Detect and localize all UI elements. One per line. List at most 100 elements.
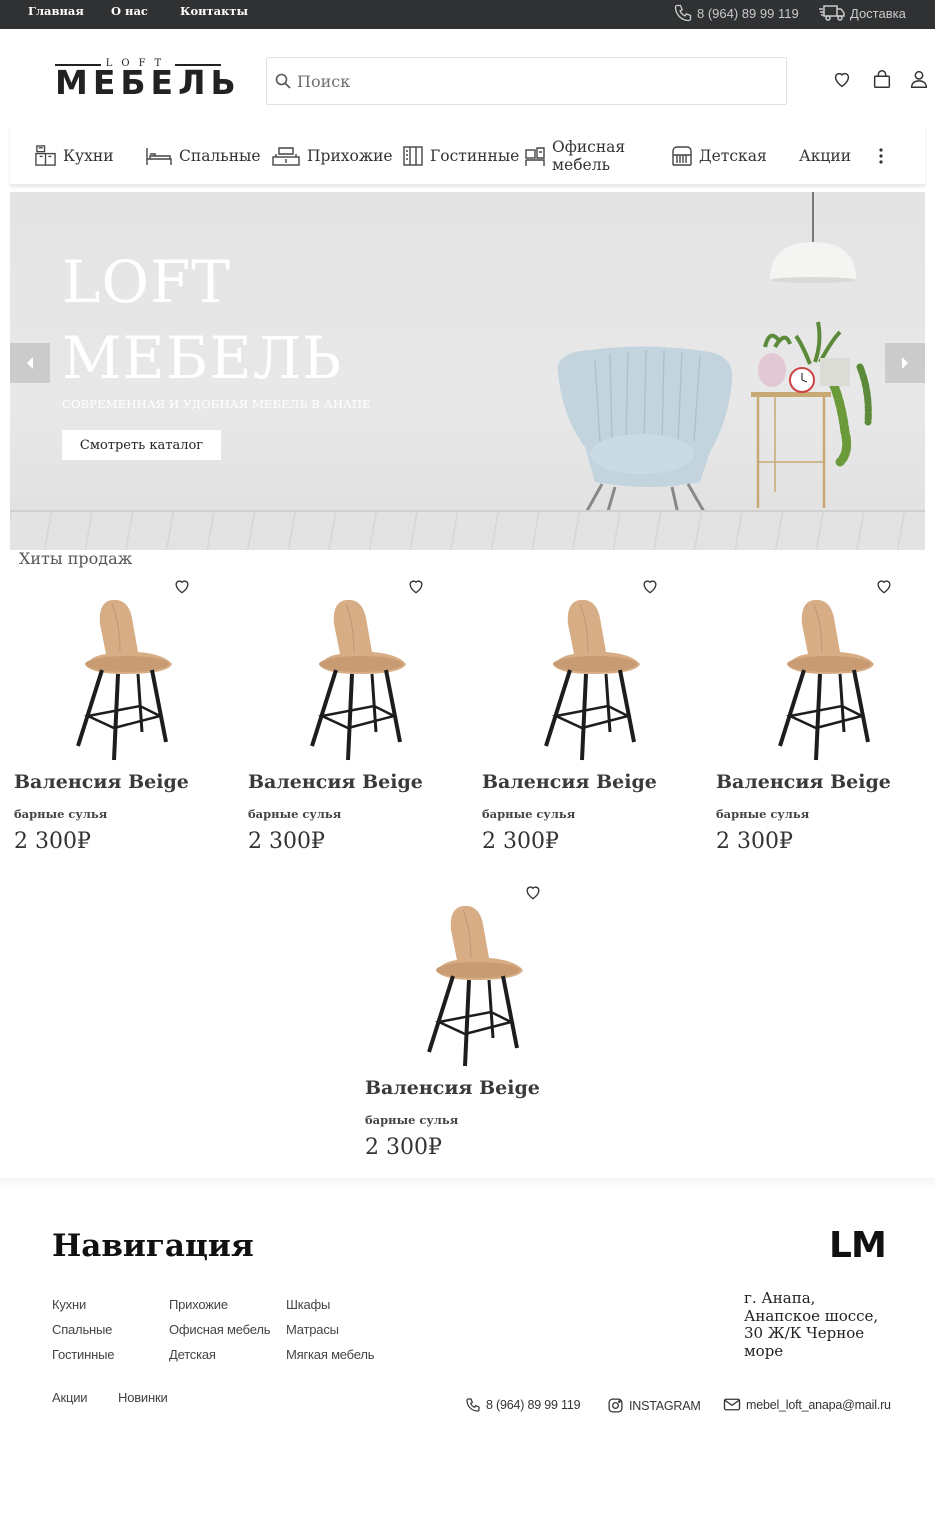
topbar-phone[interactable]: 8 (964) 89 99 119 [673,3,799,23]
logo-main-text: МЕБЕЛЬ [55,63,241,102]
product-image-wrap[interactable] [365,900,585,1070]
hero-title: LOFT МЕБЕЛЬ [62,244,342,396]
product-card[interactable]: Валенсия Beige барные сулья 2 300₽ [14,576,234,866]
bed-icon [146,147,172,165]
footer-email[interactable]: mebel_loft_anapa@mail.ru [723,1397,891,1412]
footer-phone-text: 8 (964) 89 99 119 [486,1398,581,1412]
product-image [76,599,172,761]
category-kitchens[interactable]: Кухни [34,126,114,185]
category-label: Детская [699,146,767,165]
mail-icon [723,1398,741,1411]
hero-prev-button[interactable] [10,343,50,383]
product-price: 2 300₽ [248,829,325,854]
category-label: Прихожие [307,146,393,165]
nav-link-about[interactable]: О нас [111,4,148,18]
product-category: барные сулья [716,807,810,821]
product-name[interactable]: Валенсия Beige [248,771,423,793]
product-category: барные сулья [248,807,342,821]
footer-instagram[interactable]: INSTAGRAM [607,1397,701,1414]
footer-link-kitchens[interactable]: Кухни [52,1297,86,1312]
category-label: Спальные [179,146,261,165]
favorite-heart-icon[interactable] [874,576,894,594]
product-category: барные сулья [365,1113,459,1127]
hero-title-line1: LOFT [62,248,231,316]
hero-banner: LOFT МЕБЕЛЬ СОВРЕМЕННАЯ И УДОБНАЯ МЕБЕЛЬ … [10,192,925,550]
favorite-heart-icon[interactable] [406,576,426,594]
site-logo[interactable]: LOFT МЕБЕЛЬ [55,58,236,102]
bag-icon[interactable] [871,68,893,90]
search-input[interactable] [297,71,777,91]
nav-link-contacts[interactable]: Контакты [180,4,248,18]
product-image [427,905,523,1067]
category-nav: Кухни Спальные Прихожие Гостинные Офисна… [10,126,925,185]
footer-link-sales[interactable]: Акции [52,1390,88,1405]
more-vertical-icon [879,147,883,164]
product-category: барные сулья [482,807,576,821]
product-name[interactable]: Валенсия Beige [14,771,189,793]
hero-floor [10,510,925,550]
footer-link-wardrobes[interactable]: Шкафы [286,1297,330,1312]
topbar-delivery[interactable]: Доставка [818,3,906,23]
footer-logo[interactable]: LM [829,1226,887,1266]
footer-link-living[interactable]: Гостинные [52,1347,114,1362]
product-image [778,599,874,761]
search-box[interactable] [266,57,787,105]
footer-instagram-text: INSTAGRAM [629,1398,701,1413]
view-catalog-button[interactable]: Смотреть каталог [62,430,221,460]
footer-nav-title: Навигация [52,1228,254,1264]
footer-link-hallways[interactable]: Прихожие [169,1297,228,1312]
kitchen-icon [35,145,56,166]
category-sales[interactable]: Акции [799,126,851,185]
product-image-wrap[interactable] [716,594,935,764]
footer-link-office[interactable]: Офисная мебель [169,1322,271,1337]
category-office[interactable]: Офисная мебель [524,126,642,185]
category-label: Акции [799,146,852,165]
footer-link-kids[interactable]: Детская [169,1347,216,1362]
category-label: Кухни [63,146,114,165]
chevron-right-icon [902,357,908,369]
topbar-phone-text: 8 (964) 89 99 119 [697,5,799,21]
top-bar: Главная О нас Контакты 8 (964) 89 99 119… [0,0,935,29]
hero-title-line2: МЕБЕЛЬ [62,324,343,392]
phone-icon [674,4,692,22]
category-hallways[interactable]: Прихожие [271,126,393,185]
footer-link-bedrooms[interactable]: Спальные [52,1322,112,1337]
crib-icon [672,145,692,166]
category-bedrooms[interactable]: Спальные [145,126,261,185]
topbar-delivery-text: Доставка [850,5,906,21]
favorite-heart-icon[interactable] [172,576,192,594]
footer-link-upholstered[interactable]: Мягкая мебель [286,1347,375,1362]
hero-subtitle: СОВРЕМЕННАЯ И УДОБНАЯ МЕБЕЛЬ В АНАПЕ [62,397,371,411]
product-price: 2 300₽ [14,829,91,854]
product-image-wrap[interactable] [14,594,234,764]
hero-next-button[interactable] [885,343,925,383]
product-card[interactable]: Валенсия Beige барные сулья 2 300₽ [716,576,935,866]
product-image [310,599,406,761]
footer-link-new[interactable]: Новинки [118,1390,168,1405]
heart-icon[interactable] [831,68,853,90]
footer-email-text: mebel_loft_anapa@mail.ru [746,1397,891,1412]
truck-icon [819,5,845,21]
product-name[interactable]: Валенсия Beige [365,1077,540,1099]
product-image [544,599,640,761]
product-image-wrap[interactable] [248,594,468,764]
more-categories-button[interactable] [876,126,886,185]
product-image-wrap[interactable] [482,594,702,764]
instagram-icon [608,1398,623,1413]
bestsellers-title: Хиты продаж [19,549,133,568]
user-icon[interactable] [908,68,930,90]
category-living[interactable]: Гостинные [402,126,519,185]
product-card[interactable]: Валенсия Beige барные сулья 2 300₽ [365,882,585,1172]
footer-link-mattresses[interactable]: Матрасы [286,1322,339,1337]
product-name[interactable]: Валенсия Beige [482,771,657,793]
footer-address: г. Анапа, Анапское шоссе, 30 Ж/К Черное … [744,1289,879,1360]
nav-link-home[interactable]: Главная [28,4,84,18]
product-card[interactable]: Валенсия Beige барные сулья 2 300₽ [248,576,468,866]
product-name[interactable]: Валенсия Beige [716,771,891,793]
favorite-heart-icon[interactable] [523,882,543,900]
footer-divider [0,1178,935,1188]
footer-phone[interactable]: 8 (964) 89 99 119 [465,1397,581,1413]
category-kids[interactable]: Детская [671,126,767,185]
favorite-heart-icon[interactable] [640,576,660,594]
product-card[interactable]: Валенсия Beige барные сулья 2 300₽ [482,576,702,866]
